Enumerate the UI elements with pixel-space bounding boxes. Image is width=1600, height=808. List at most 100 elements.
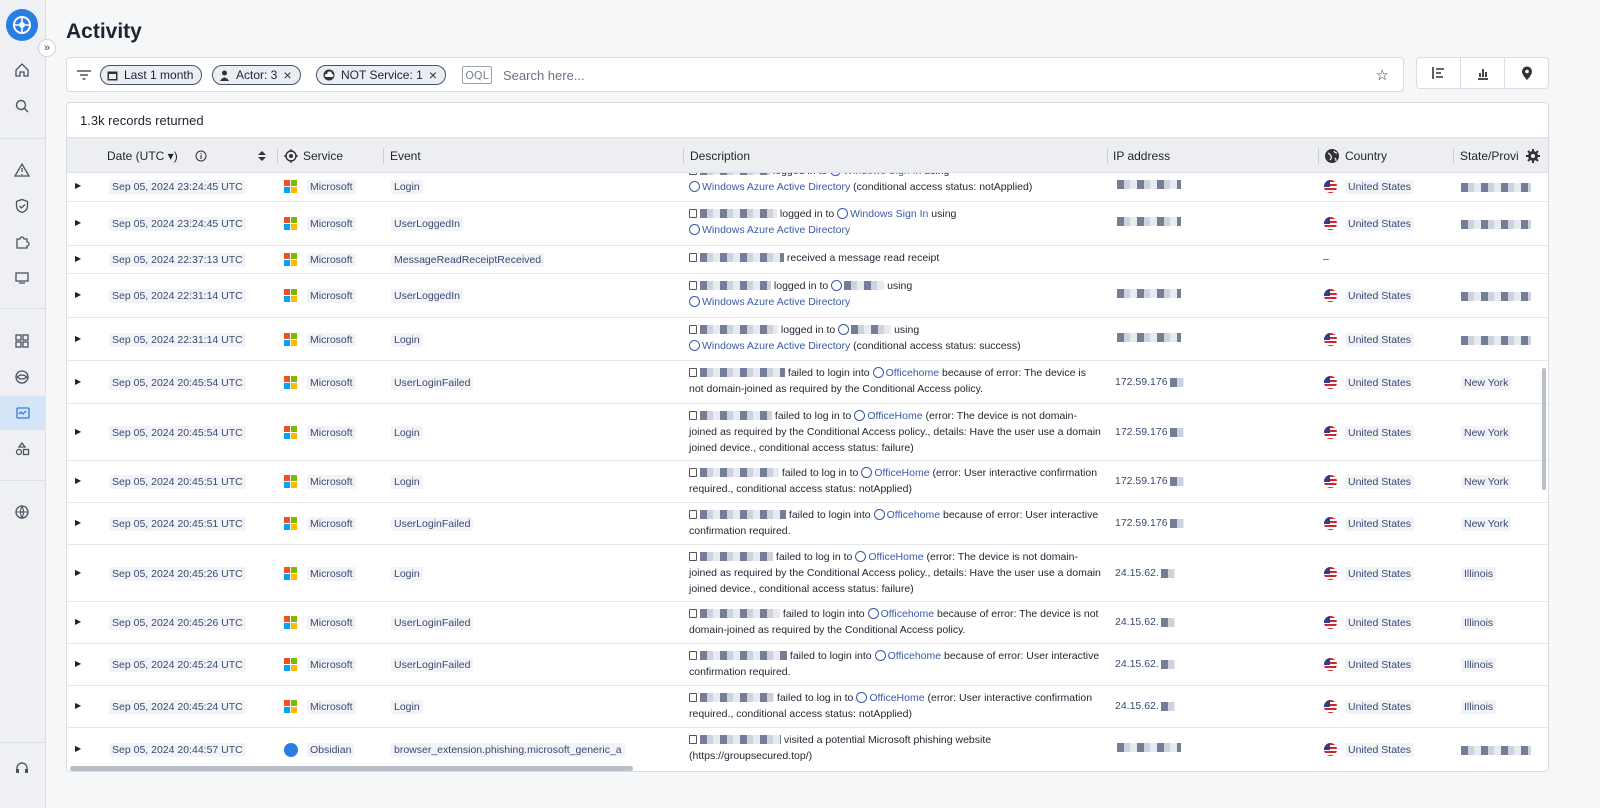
- event-name[interactable]: Login: [391, 475, 423, 489]
- vertical-scrollbar[interactable]: [1542, 368, 1546, 490]
- chip-actor[interactable]: Actor: 3 ×: [212, 65, 301, 85]
- event-date[interactable]: Sep 05, 2024 20:45:51 UTC: [109, 517, 246, 531]
- event-date[interactable]: Sep 05, 2024 20:45:24 UTC: [109, 658, 246, 672]
- alert-icon[interactable]: [11, 159, 33, 181]
- event-name[interactable]: Login: [391, 426, 423, 440]
- header-date[interactable]: Date (UTC ▾): [107, 138, 207, 174]
- app-link[interactable]: Windows Azure Active Directory: [702, 340, 850, 352]
- header-state[interactable]: State/Provi: [1460, 138, 1519, 174]
- state-name[interactable]: Illinois: [1461, 658, 1497, 672]
- dashboard-icon[interactable]: [11, 330, 33, 352]
- country-name[interactable]: United States: [1345, 376, 1415, 390]
- column-settings-gear-icon[interactable]: [1525, 138, 1541, 174]
- ip-address[interactable]: 24.15.62.: [1115, 616, 1175, 628]
- event-date[interactable]: Sep 05, 2024 20:45:26 UTC: [109, 567, 246, 581]
- table-row[interactable]: ▶ Sep 05, 2024 20:45:24 UTC Microsoft UserL…: [67, 644, 1548, 686]
- country-name[interactable]: United States: [1345, 743, 1415, 757]
- country-name[interactable]: United States: [1345, 333, 1415, 347]
- horizontal-scrollbar[interactable]: [70, 766, 633, 771]
- support-icon[interactable]: [11, 757, 33, 779]
- service-name[interactable]: Microsoft: [307, 180, 356, 194]
- event-name[interactable]: Login: [391, 333, 423, 347]
- event-name[interactable]: browser_extension.phishing.microsoft_gen…: [391, 743, 625, 757]
- event-name[interactable]: UserLoggedIn: [391, 289, 463, 303]
- event-date[interactable]: Sep 05, 2024 20:45:54 UTC: [109, 376, 246, 390]
- event-name[interactable]: Login: [391, 567, 423, 581]
- country-name[interactable]: United States: [1345, 217, 1415, 231]
- event-date[interactable]: Sep 05, 2024 20:45:54 UTC: [109, 426, 246, 440]
- star-icon[interactable]: ☆: [1376, 66, 1389, 84]
- event-name[interactable]: UserLoginFailed: [391, 517, 474, 531]
- event-date[interactable]: Sep 05, 2024 22:37:13 UTC: [109, 253, 246, 267]
- event-date[interactable]: Sep 05, 2024 20:44:57 UTC: [109, 743, 246, 757]
- event-date[interactable]: Sep 05, 2024 22:31:14 UTC: [109, 333, 246, 347]
- app-link[interactable]: OfficeHome: [867, 410, 922, 422]
- chip-date-range[interactable]: Last 1 month: [100, 65, 203, 85]
- event-date[interactable]: Sep 05, 2024 20:45:24 UTC: [109, 700, 246, 714]
- chart-view-button[interactable]: [1461, 58, 1505, 88]
- event-date[interactable]: Sep 05, 2024 22:31:14 UTC: [109, 289, 246, 303]
- shield-check-icon[interactable]: [11, 195, 33, 217]
- service-name[interactable]: Microsoft: [307, 475, 356, 489]
- event-name[interactable]: MessageReadReceiptReceived: [391, 253, 545, 267]
- state-name[interactable]: Illinois: [1461, 616, 1497, 630]
- event-name[interactable]: UserLoginFailed: [391, 616, 474, 630]
- expand-row-icon[interactable]: ▶: [75, 659, 83, 668]
- country-name[interactable]: United States: [1345, 658, 1415, 672]
- info-icon[interactable]: [195, 150, 207, 162]
- state-name[interactable]: New York: [1461, 426, 1512, 440]
- state-name[interactable]: New York: [1461, 376, 1512, 390]
- service-name[interactable]: Microsoft: [307, 700, 356, 714]
- ip-address[interactable]: [1115, 180, 1181, 189]
- ip-address[interactable]: 172.59.176: [1115, 517, 1184, 529]
- ip-address[interactable]: [1115, 289, 1181, 298]
- expand-row-icon[interactable]: ▶: [75, 290, 83, 299]
- activity-icon[interactable]: [0, 396, 46, 430]
- expand-row-icon[interactable]: ▶: [75, 568, 83, 577]
- obsidian-logo-icon[interactable]: [6, 9, 38, 41]
- country-name[interactable]: United States: [1345, 426, 1415, 440]
- expand-row-icon[interactable]: ▶: [75, 701, 83, 710]
- expand-row-icon[interactable]: ▶: [75, 377, 83, 386]
- event-name[interactable]: UserLoggedIn: [391, 217, 463, 231]
- table-row[interactable]: ▶ Sep 05, 2024 20:45:26 UTC Microsoft Login…: [67, 545, 1548, 602]
- table-row[interactable]: ▶ Sep 05, 2024 22:31:14 UTC Microsoft UserL…: [67, 274, 1548, 318]
- app-link[interactable]: Officehome: [887, 509, 941, 521]
- app-link[interactable]: Officehome: [886, 367, 940, 379]
- app-link[interactable]: OfficeHome: [869, 692, 924, 704]
- service-name[interactable]: Microsoft: [307, 426, 356, 440]
- country-name[interactable]: United States: [1345, 289, 1415, 303]
- expand-row-icon[interactable]: ▶: [75, 518, 83, 527]
- expand-row-icon[interactable]: ▶: [75, 218, 83, 227]
- state-name[interactable]: Illinois: [1461, 567, 1497, 581]
- timeline-view-button[interactable]: [1417, 58, 1461, 88]
- device-icon[interactable]: [11, 267, 33, 289]
- service-name[interactable]: Microsoft: [307, 376, 356, 390]
- expand-row-icon[interactable]: ▶: [75, 334, 83, 343]
- event-name[interactable]: UserLoginFailed: [391, 376, 474, 390]
- chip-not-service[interactable]: NOT Service: 1 ×: [316, 65, 446, 85]
- ip-address[interactable]: 24.15.62.: [1115, 658, 1175, 670]
- ip-address[interactable]: 172.59.176: [1115, 376, 1184, 388]
- service-name[interactable]: Microsoft: [307, 517, 356, 531]
- app-link[interactable]: Windows Azure Active Directory: [702, 296, 850, 308]
- service-name[interactable]: Microsoft: [307, 333, 356, 347]
- sort-icon[interactable]: [257, 138, 267, 174]
- app-link[interactable]: Windows Azure Active Directory: [702, 224, 850, 236]
- home-icon[interactable]: [11, 59, 33, 81]
- expand-row-icon[interactable]: ▶: [75, 617, 83, 626]
- table-row[interactable]: ▶ Sep 05, 2024 20:45:51 UTC Microsoft Login…: [67, 461, 1548, 503]
- expand-row-icon[interactable]: ▶: [75, 181, 83, 190]
- ip-address[interactable]: 24.15.62.: [1115, 567, 1175, 579]
- event-name[interactable]: Login: [391, 180, 423, 194]
- country-name[interactable]: United States: [1345, 700, 1415, 714]
- service-name[interactable]: Microsoft: [307, 616, 356, 630]
- event-name[interactable]: Login: [391, 700, 423, 714]
- table-row[interactable]: ▶ Sep 05, 2024 20:45:51 UTC Microsoft UserL…: [67, 503, 1548, 545]
- shapes-icon[interactable]: [11, 438, 33, 460]
- country-name[interactable]: United States: [1345, 567, 1415, 581]
- search-icon[interactable]: [11, 95, 33, 117]
- header-ip-address[interactable]: IP address: [1113, 138, 1170, 174]
- table-row[interactable]: ▶ Sep 05, 2024 20:45:26 UTC Microsoft UserL…: [67, 602, 1548, 644]
- header-country[interactable]: Country: [1324, 138, 1387, 174]
